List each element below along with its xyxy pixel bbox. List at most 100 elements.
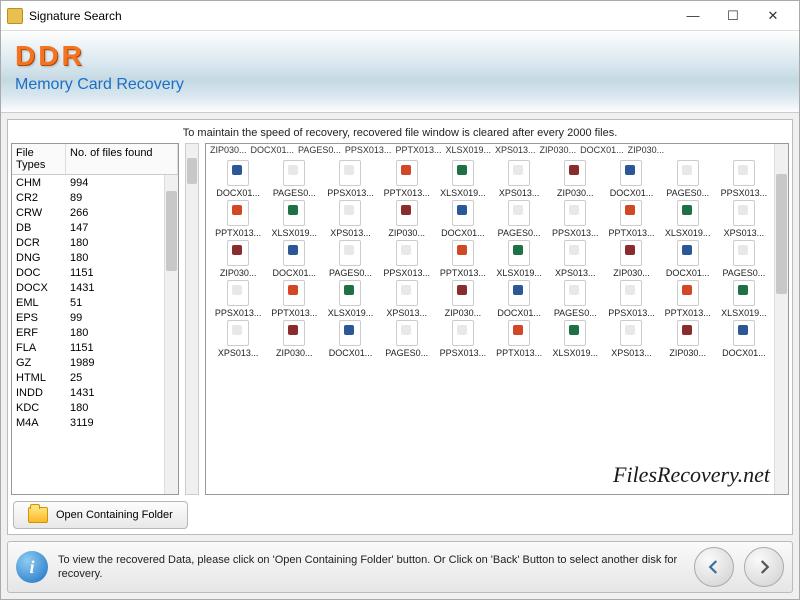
file-item[interactable]: PPSX013...: [547, 200, 603, 238]
file-item[interactable]: XPS013...: [210, 320, 266, 358]
table-row[interactable]: DCR180: [12, 235, 164, 250]
file-item[interactable]: XLSX019...: [435, 160, 491, 198]
file-item[interactable]: ZIP030...: [603, 240, 659, 278]
file-item[interactable]: PPTX013...: [491, 320, 547, 358]
file-item[interactable]: PPTX013...: [660, 280, 716, 318]
file-item[interactable]: PAGES0...: [547, 280, 603, 318]
file-item[interactable]: DOCX01...: [491, 280, 547, 318]
file-name: PPTX013...: [382, 188, 432, 198]
table-row[interactable]: ERF180: [12, 325, 164, 340]
file-grid-truncated-row: ZIP030...DOCX01...PAGES0...PPSX013...PPT…: [206, 144, 788, 156]
file-item[interactable]: DOCX01...: [660, 240, 716, 278]
file-item[interactable]: PAGES0...: [322, 240, 378, 278]
file-name: PAGES0...: [269, 188, 319, 198]
file-item[interactable]: XPS013...: [491, 160, 547, 198]
file-icon: [508, 200, 530, 226]
file-item[interactable]: XPS013...: [716, 200, 772, 238]
file-item[interactable]: ZIP030...: [379, 200, 435, 238]
cell-type: GZ: [12, 355, 66, 370]
file-item[interactable]: ZIP030...: [660, 320, 716, 358]
minimize-button[interactable]: —: [673, 4, 713, 28]
file-item[interactable]: DOCX01...: [210, 160, 266, 198]
file-item[interactable]: PPSX013...: [435, 320, 491, 358]
file-item[interactable]: XLSX019...: [266, 200, 322, 238]
file-item[interactable]: XLSX019...: [660, 200, 716, 238]
open-containing-folder-button[interactable]: Open Containing Folder: [13, 501, 188, 529]
table-row[interactable]: DB147: [12, 220, 164, 235]
table-row[interactable]: INDD1431: [12, 385, 164, 400]
table-row[interactable]: DNG180: [12, 250, 164, 265]
file-item[interactable]: DOCX01...: [322, 320, 378, 358]
file-item[interactable]: PPSX013...: [716, 160, 772, 198]
table-row[interactable]: HTML25: [12, 370, 164, 385]
scrollbar-thumb[interactable]: [776, 174, 787, 294]
file-item[interactable]: XPS013...: [322, 200, 378, 238]
file-item[interactable]: PPTX013...: [266, 280, 322, 318]
file-item[interactable]: PPSX013...: [379, 240, 435, 278]
table-row[interactable]: KDC180: [12, 400, 164, 415]
file-item[interactable]: ZIP030...: [210, 240, 266, 278]
file-name: XPS013...: [382, 308, 432, 318]
file-name: PPSX013...: [550, 228, 600, 238]
next-button[interactable]: [744, 547, 784, 587]
file-item[interactable]: PAGES0...: [716, 240, 772, 278]
panes: File Types No. of files found CHM994CR28…: [11, 143, 789, 495]
table-row[interactable]: DOCX1431: [12, 280, 164, 295]
file-item[interactable]: PPTX013...: [210, 200, 266, 238]
file-item[interactable]: PPTX013...: [379, 160, 435, 198]
file-item[interactable]: DOCX01...: [435, 200, 491, 238]
file-grid: DOCX01...PAGES0...PPSX013...PPTX013...XL…: [206, 156, 788, 362]
table-row[interactable]: FLA1151: [12, 340, 164, 355]
table-row[interactable]: M4A3119: [12, 415, 164, 430]
back-button[interactable]: [694, 547, 734, 587]
file-item[interactable]: XLSX019...: [322, 280, 378, 318]
file-name: XPS013...: [213, 348, 263, 358]
table-scrollbar[interactable]: [164, 175, 178, 494]
folder-icon: [28, 507, 48, 523]
table-row[interactable]: GZ1989: [12, 355, 164, 370]
file-icon: [283, 240, 305, 266]
table-row[interactable]: EML51: [12, 295, 164, 310]
file-item[interactable]: DOCX01...: [603, 160, 659, 198]
file-item[interactable]: ZIP030...: [547, 160, 603, 198]
file-item[interactable]: PPSX013...: [603, 280, 659, 318]
cell-count: 51: [66, 295, 164, 310]
file-item[interactable]: XPS013...: [547, 240, 603, 278]
file-item[interactable]: XPS013...: [379, 280, 435, 318]
cell-count: 25: [66, 370, 164, 385]
file-item[interactable]: PAGES0...: [379, 320, 435, 358]
table-row[interactable]: CHM994: [12, 175, 164, 190]
footer-bar: i To view the recovered Data, please cli…: [7, 541, 793, 593]
file-item[interactable]: ZIP030...: [435, 280, 491, 318]
file-item[interactable]: PAGES0...: [266, 160, 322, 198]
table-row[interactable]: DOC1151: [12, 265, 164, 280]
file-item[interactable]: PPTX013...: [435, 240, 491, 278]
table-row[interactable]: EPS99: [12, 310, 164, 325]
truncated-filename: PPTX013...: [395, 145, 441, 155]
file-item[interactable]: XPS013...: [603, 320, 659, 358]
brand-subtitle: Memory Card Recovery: [15, 76, 785, 94]
file-item[interactable]: DOCX01...: [716, 320, 772, 358]
mid-scrollbar[interactable]: [185, 143, 199, 495]
file-item[interactable]: XLSX019...: [491, 240, 547, 278]
file-item[interactable]: PPSX013...: [322, 160, 378, 198]
close-button[interactable]: ✕: [753, 4, 793, 28]
grid-scrollbar[interactable]: [774, 144, 788, 494]
file-item[interactable]: DOCX01...: [266, 240, 322, 278]
table-row[interactable]: CR289: [12, 190, 164, 205]
file-item[interactable]: XLSX019...: [547, 320, 603, 358]
file-item[interactable]: PPSX013...: [210, 280, 266, 318]
file-item[interactable]: PPTX013...: [603, 200, 659, 238]
maximize-button[interactable]: ☐: [713, 4, 753, 28]
file-name: PPTX013...: [663, 308, 713, 318]
file-icon: [677, 320, 699, 346]
file-name: ZIP030...: [663, 348, 713, 358]
file-item[interactable]: PAGES0...: [491, 200, 547, 238]
scrollbar-thumb[interactable]: [166, 191, 177, 271]
app-icon: [7, 8, 23, 24]
file-item[interactable]: ZIP030...: [266, 320, 322, 358]
file-item[interactable]: PAGES0...: [660, 160, 716, 198]
scrollbar-thumb[interactable]: [187, 158, 197, 184]
file-item[interactable]: XLSX019...: [716, 280, 772, 318]
table-row[interactable]: CRW266: [12, 205, 164, 220]
